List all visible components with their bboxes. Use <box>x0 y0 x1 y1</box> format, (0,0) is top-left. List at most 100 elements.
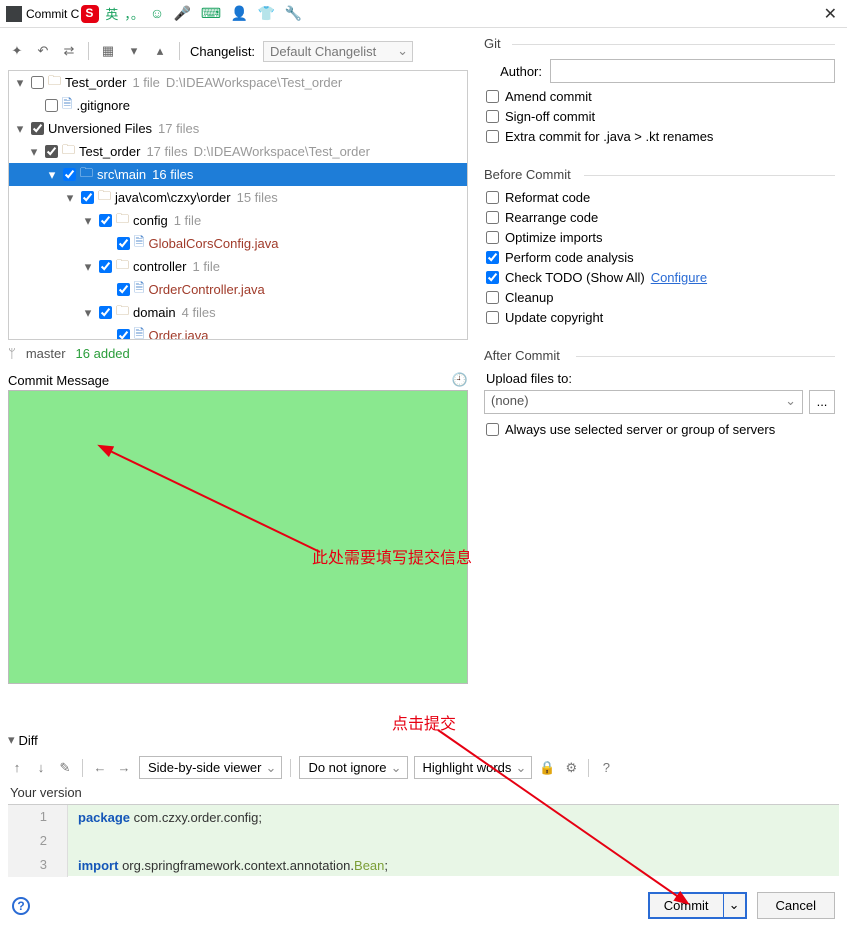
tree-node-gitignore[interactable]: 🗎.gitignore <box>9 94 467 117</box>
commit-message-textarea[interactable] <box>8 390 468 684</box>
highlight-value: Highlight words <box>423 760 512 775</box>
analysis-label: Perform code analysis <box>505 250 634 265</box>
copyright-label: Update copyright <box>505 310 603 325</box>
extra-commit-checkbox[interactable] <box>486 130 499 143</box>
commit-split-button[interactable]: Commit ⌄ <box>648 892 747 919</box>
tree-node-globalcors[interactable]: 🗎GlobalCorsConfig.java <box>9 232 467 255</box>
node-checkbox[interactable] <box>117 283 130 296</box>
node-checkbox[interactable] <box>31 76 44 89</box>
line-number: 1 <box>8 805 68 829</box>
tree-node-src-main[interactable]: ▾🗀src\main16 files <box>9 163 467 186</box>
group-icon[interactable]: ▦ <box>99 42 117 60</box>
ime-icons: ☺ 🎤 ⌨ 👤 👕 🔧 <box>150 5 308 22</box>
undo-icon[interactable]: ↶ <box>34 42 52 60</box>
code-class: Bean <box>354 858 384 873</box>
refresh-icon[interactable]: ✦ <box>8 42 26 60</box>
folder-icon: 🗀 <box>80 164 93 186</box>
ignore-dropdown[interactable]: Do not ignore <box>299 756 407 779</box>
reformat-label: Reformat code <box>505 190 590 205</box>
tree-node-ordercontroller[interactable]: 🗎OrderController.java <box>9 278 467 301</box>
help-button[interactable]: ? <box>12 897 30 915</box>
node-checkbox[interactable] <box>31 122 44 135</box>
tree-node-config[interactable]: ▾🗀config1 file <box>9 209 467 232</box>
amend-label: Amend commit <box>505 89 592 104</box>
upload-more-button[interactable]: ... <box>809 390 835 414</box>
signoff-checkbox[interactable] <box>486 110 499 123</box>
commit-dropdown-arrow[interactable]: ⌄ <box>723 894 745 917</box>
expand-icon[interactable]: ▾ <box>125 42 143 60</box>
line-number: 2 <box>8 829 68 853</box>
always-server-label: Always use selected server or group of s… <box>505 422 775 437</box>
ime-mic-icon: 🎤 <box>174 5 191 21</box>
node-checkbox[interactable] <box>99 214 112 227</box>
tree-node-test-order-2[interactable]: ▾🗀Test_order17 filesD:\IDEAWorkspace\Tes… <box>9 140 467 163</box>
next-diff-icon[interactable]: ↓ <box>32 760 50 775</box>
reformat-checkbox[interactable] <box>486 191 499 204</box>
diff-section-header[interactable]: ▾ Diff <box>0 730 847 750</box>
folder-icon: 🗀 <box>48 72 61 94</box>
analysis-checkbox[interactable] <box>486 251 499 264</box>
configure-link[interactable]: Configure <box>651 270 707 285</box>
window-title: Commit C <box>26 7 79 21</box>
lock-icon[interactable]: 🔒 <box>538 760 556 776</box>
node-checkbox[interactable] <box>99 306 112 319</box>
sogou-ime-icon <box>81 5 99 23</box>
node-checkbox[interactable] <box>117 237 130 250</box>
help-icon[interactable]: ? <box>597 760 615 775</box>
tree-node-unversioned[interactable]: ▾Unversioned Files17 files <box>9 117 467 140</box>
forward-icon[interactable]: → <box>115 760 133 775</box>
edit-icon[interactable]: ✎ <box>56 760 74 776</box>
tree-node-order-java[interactable]: 🗎Order.java <box>9 324 467 340</box>
node-checkbox[interactable] <box>117 329 130 340</box>
tree-node-test-order[interactable]: ▾🗀Test_order1 fileD:\IDEAWorkspace\Test_… <box>9 71 467 94</box>
copyright-checkbox[interactable] <box>486 311 499 324</box>
changes-tree[interactable]: ▾🗀Test_order1 fileD:\IDEAWorkspace\Test_… <box>8 70 468 340</box>
code-viewer[interactable]: 1 package com.czxy.order.config; 2 3 imp… <box>8 804 839 876</box>
separator <box>290 759 291 777</box>
back-icon[interactable]: ← <box>91 760 109 775</box>
prev-diff-icon[interactable]: ↑ <box>8 760 26 775</box>
node-checkbox[interactable] <box>99 260 112 273</box>
history-icon[interactable]: 🕘 <box>452 372 468 388</box>
kw-import: import <box>78 858 118 873</box>
tree-node-domain[interactable]: ▾🗀domain4 files <box>9 301 467 324</box>
rearrange-checkbox[interactable] <box>486 211 499 224</box>
folder-icon: 🗀 <box>116 302 129 324</box>
ime-punct: ，。 <box>124 4 144 23</box>
ime-tool-icon: 🔧 <box>285 5 302 21</box>
viewer-dropdown[interactable]: Side-by-side viewer <box>139 756 282 779</box>
cleanup-checkbox[interactable] <box>486 291 499 304</box>
changelist-dropdown[interactable]: Default Changelist <box>263 41 413 62</box>
close-icon[interactable]: ✕ <box>824 4 837 24</box>
optimize-checkbox[interactable] <box>486 231 499 244</box>
commit-button[interactable]: Commit <box>650 894 723 917</box>
code-line-2: 2 <box>8 829 839 853</box>
always-server-checkbox[interactable] <box>486 423 499 436</box>
java-file-icon: 🗎 <box>134 279 144 301</box>
node-checkbox[interactable] <box>63 168 76 181</box>
ime-keyboard-icon: ⌨ <box>201 5 221 21</box>
tree-node-java-pkg[interactable]: ▾🗀java\com\czxy\order15 files <box>9 186 467 209</box>
ime-smile-icon: ☺ <box>150 5 164 21</box>
separator <box>82 759 83 777</box>
viewer-value: Side-by-side viewer <box>148 760 261 775</box>
cancel-button[interactable]: Cancel <box>757 892 835 919</box>
node-checkbox[interactable] <box>45 99 58 112</box>
upload-dropdown[interactable]: (none) <box>484 390 803 414</box>
node-checkbox[interactable] <box>81 191 94 204</box>
code-text: org.springframework.context.annotation. <box>118 858 354 873</box>
collapse-icon[interactable]: ▴ <box>151 42 169 60</box>
amend-checkbox[interactable] <box>486 90 499 103</box>
author-input[interactable] <box>550 59 835 83</box>
highlight-dropdown[interactable]: Highlight words <box>414 756 533 779</box>
diff-icon[interactable]: ⇄ <box>60 42 78 60</box>
ignore-value: Do not ignore <box>308 760 386 775</box>
branch-name: master <box>26 346 66 361</box>
todo-checkbox[interactable] <box>486 271 499 284</box>
tree-node-controller[interactable]: ▾🗀controller1 file <box>9 255 467 278</box>
section-before-commit: Before Commit <box>484 167 835 182</box>
code-line-1: 1 package com.czxy.order.config; <box>8 805 839 829</box>
node-checkbox[interactable] <box>45 145 58 158</box>
branch-icon: ᛘ <box>8 346 16 361</box>
settings-icon[interactable]: ⚙ <box>562 760 580 776</box>
